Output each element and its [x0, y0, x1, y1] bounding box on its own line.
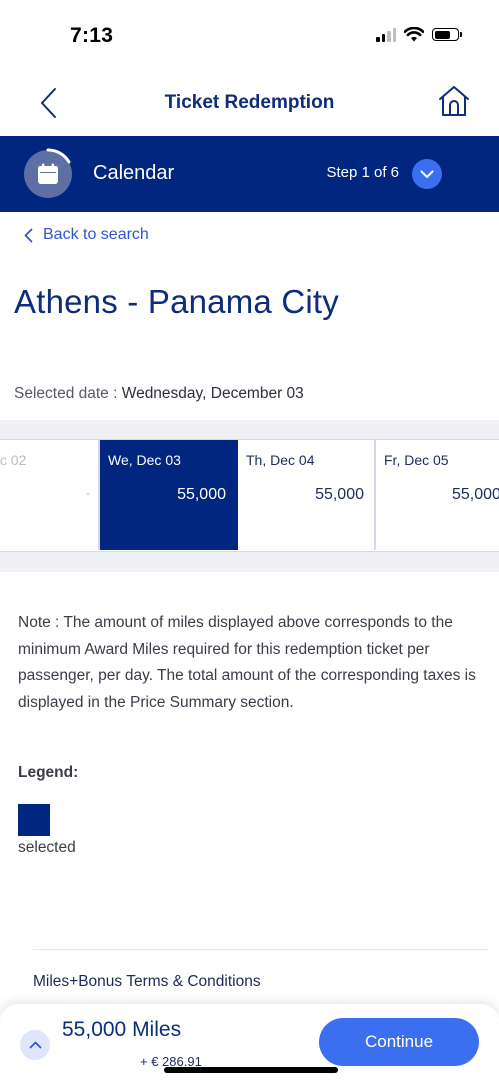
back-to-search-link[interactable]: Back to search [24, 226, 149, 244]
status-bar: 7:13 [0, 0, 499, 70]
continue-button[interactable]: Continue [319, 1018, 479, 1066]
terms-conditions-link[interactable]: Miles+Bonus Terms & Conditions [33, 973, 261, 991]
chevron-left-icon [24, 228, 33, 242]
chevron-up-icon [29, 1041, 41, 1049]
status-time: 7:13 [70, 24, 114, 47]
total-miles: 55,000 Miles [62, 1018, 182, 1041]
step-count: Step 1 of 6 [326, 164, 399, 181]
date-cell-dec-02: Dec 02 - [0, 440, 100, 550]
home-indicator [164, 1067, 338, 1073]
summary-expand-button[interactable] [20, 1030, 50, 1060]
date-cell-dec-03[interactable]: We, Dec 03 55,000 [100, 440, 238, 550]
calendar-badge [24, 148, 72, 198]
selected-date-value: Wednesday, December 03 [121, 385, 304, 402]
date-label: Fr, Dec 05 [384, 452, 449, 468]
date-label: We, Dec 03 [108, 452, 181, 468]
legend-selected-label: selected [18, 839, 76, 856]
battery-icon [432, 28, 462, 41]
chevron-down-icon [420, 170, 434, 178]
home-icon [439, 86, 469, 116]
date-cell-dec-05[interactable]: Fr, Dec 05 55,000 [376, 440, 499, 550]
page-title: Ticket Redemption [164, 92, 335, 113]
date-miles: 55,000 [177, 486, 226, 503]
date-label: Dec 02 [0, 452, 27, 468]
date-miles: 55,000 [452, 486, 499, 503]
step-name: Calendar [93, 162, 175, 184]
step-banner: Calendar Step 1 of 6 [0, 136, 499, 212]
date-cell-dec-04[interactable]: Th, Dec 04 55,000 [238, 440, 376, 550]
route-title: Athens - Panama City [14, 283, 339, 320]
divider [33, 949, 489, 950]
date-strip-container: Dec 02 - We, Dec 03 55,000 Th, Dec 04 55… [0, 420, 499, 572]
signal-icon [376, 27, 396, 42]
selected-date-prefix: Selected date : [14, 385, 122, 402]
app-header: Ticket Redemption [0, 70, 499, 136]
date-strip[interactable]: Dec 02 - We, Dec 03 55,000 Th, Dec 04 55… [0, 439, 499, 552]
selected-date: Selected date : Wednesday, December 03 [14, 385, 304, 403]
date-miles: - [86, 486, 90, 500]
date-label: Th, Dec 04 [246, 452, 315, 468]
steps-expand-button[interactable] [412, 159, 442, 189]
legend-selected-swatch [18, 804, 50, 836]
wifi-icon [404, 27, 424, 42]
status-icons [376, 27, 462, 42]
back-to-search-label: Back to search [43, 226, 149, 243]
legend-title: Legend: [18, 764, 79, 781]
progress-ring [46, 148, 71, 164]
date-miles: 55,000 [315, 486, 364, 503]
home-button[interactable] [437, 84, 475, 122]
miles-note: Note : The amount of miles displayed abo… [18, 614, 476, 711]
